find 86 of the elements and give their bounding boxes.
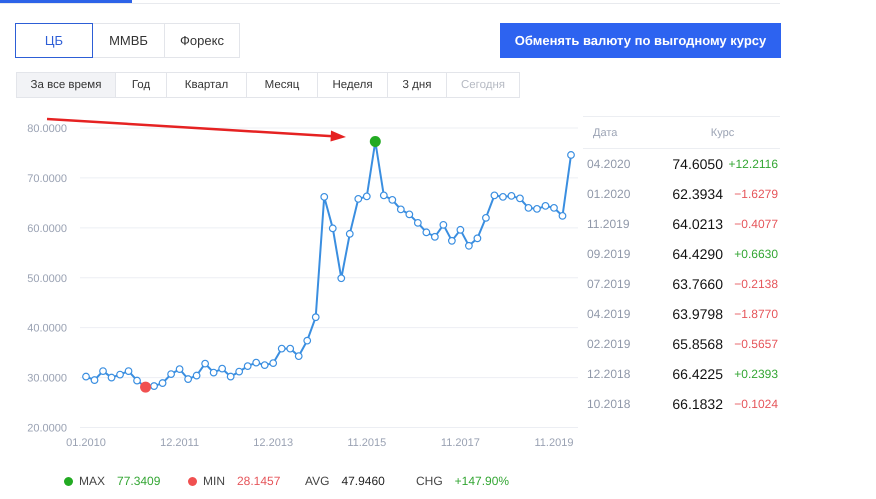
change-cell-text: −1.6279 bbox=[733, 187, 778, 201]
data-point bbox=[414, 218, 422, 227]
period-tab[interactable]: 3 дня bbox=[387, 72, 447, 98]
data-point bbox=[286, 344, 294, 353]
change-cell-text: +0.2393 bbox=[733, 367, 778, 381]
data-point bbox=[278, 344, 286, 353]
rate-cell-text: 66.4225 bbox=[671, 366, 723, 382]
data-point bbox=[362, 192, 371, 200]
date-cell-text: 04.2020 bbox=[586, 157, 632, 171]
stat-label: AVG bbox=[305, 474, 330, 488]
rate-cell-text: 63.7660 bbox=[671, 276, 723, 292]
data-point bbox=[405, 210, 414, 218]
data-point bbox=[482, 214, 490, 222]
stat-label: CHG bbox=[416, 474, 443, 488]
change-cell-text: −0.1024 bbox=[733, 397, 778, 411]
data-point bbox=[133, 376, 141, 384]
period-tab[interactable]: За все время bbox=[16, 72, 116, 98]
source-tab[interactable]: ММВБ bbox=[92, 23, 165, 58]
y-axis-label: 60.0000 bbox=[27, 222, 67, 235]
data-point bbox=[303, 336, 312, 345]
rate-cell-text: 63.9798 bbox=[671, 306, 723, 322]
date-cell-text: 02.2019 bbox=[586, 337, 632, 351]
x-axis-label: 01.2010 bbox=[66, 437, 106, 449]
period-tab[interactable]: Неделя bbox=[317, 72, 388, 98]
stat-label: MIN bbox=[203, 474, 225, 488]
change-cell-text: +0.6630 bbox=[733, 247, 778, 261]
x-axis-label: 11.2019 bbox=[534, 437, 574, 449]
x-axis-label: 12.2013 bbox=[253, 437, 294, 449]
data-point bbox=[312, 313, 320, 322]
y-axis-label: 40.0000 bbox=[27, 322, 67, 335]
date-cell-text: 10.2018 bbox=[586, 397, 632, 411]
rate-cell-text: 66.1832 bbox=[671, 396, 723, 412]
data-point bbox=[294, 352, 303, 360]
stat-value: 28.1457 bbox=[237, 474, 280, 488]
stat-value: 77.3409 bbox=[117, 474, 160, 488]
y-axis-label: 50.0000 bbox=[27, 272, 67, 285]
rate-cell-text: 64.0213 bbox=[671, 216, 723, 232]
data-point bbox=[456, 226, 464, 234]
date-cell-text: 07.2019 bbox=[586, 277, 632, 291]
x-axis-label: 11.2017 bbox=[440, 437, 480, 449]
period-tab[interactable]: Месяц bbox=[246, 72, 318, 98]
period-tab[interactable]: Квартал bbox=[166, 72, 247, 98]
data-point bbox=[252, 358, 260, 367]
max-marker bbox=[370, 136, 381, 147]
change-cell-text: −1.8770 bbox=[733, 307, 778, 321]
y-axis-label: 70.0000 bbox=[27, 172, 67, 185]
date-cell-text: 12.2018 bbox=[586, 367, 632, 381]
source-tab[interactable]: Форекс bbox=[164, 23, 240, 58]
change-cell-text: −0.2138 bbox=[733, 277, 778, 291]
change-cell-text: −0.4077 bbox=[733, 217, 778, 231]
data-point bbox=[439, 220, 448, 229]
data-point bbox=[396, 205, 405, 214]
data-point bbox=[337, 274, 346, 282]
data-point bbox=[567, 151, 575, 159]
y-axis-label: 30.0000 bbox=[27, 372, 67, 385]
stat-label: MAX bbox=[79, 474, 106, 488]
min-marker bbox=[140, 382, 152, 393]
x-axis-label: 12.2011 bbox=[160, 437, 200, 449]
change-cell-text: +12.2116 bbox=[728, 157, 778, 171]
data-point bbox=[388, 196, 396, 204]
source-tab[interactable]: ЦБ bbox=[15, 23, 93, 58]
change-cell-text: −0.5657 bbox=[733, 337, 778, 351]
rate-cell-text: 65.8568 bbox=[671, 336, 723, 352]
data-point bbox=[422, 228, 430, 236]
y-axis-label: 80.0000 bbox=[27, 123, 67, 135]
data-point bbox=[346, 230, 354, 238]
rate-cell-text: 74.6050 bbox=[671, 156, 723, 172]
stat-value: 47.9460 bbox=[341, 474, 385, 488]
date-cell-text: 09.2019 bbox=[586, 247, 632, 261]
rate-cell-text: 62.3934 bbox=[671, 186, 723, 202]
data-point bbox=[430, 232, 439, 241]
column-header: Курс bbox=[710, 126, 736, 138]
date-cell-text: 04.2019 bbox=[586, 307, 632, 321]
exchange-button[interactable]: Обменять валюту по выгодному курсу bbox=[500, 23, 781, 58]
data-point bbox=[320, 192, 328, 201]
column-header: Дата bbox=[592, 126, 618, 138]
y-axis-label: 20.0000 bbox=[27, 422, 67, 434]
date-cell-text: 11.2019 bbox=[586, 217, 630, 231]
data-point bbox=[448, 236, 456, 245]
rate-cell-text: 64.4290 bbox=[671, 246, 723, 262]
date-cell-text: 01.2020 bbox=[586, 187, 632, 201]
x-axis-label: 11.2015 bbox=[347, 437, 386, 449]
stat-value: +147.90% bbox=[454, 474, 510, 488]
period-tab[interactable]: Год bbox=[115, 72, 167, 98]
data-point bbox=[354, 194, 362, 203]
data-point bbox=[328, 224, 337, 232]
